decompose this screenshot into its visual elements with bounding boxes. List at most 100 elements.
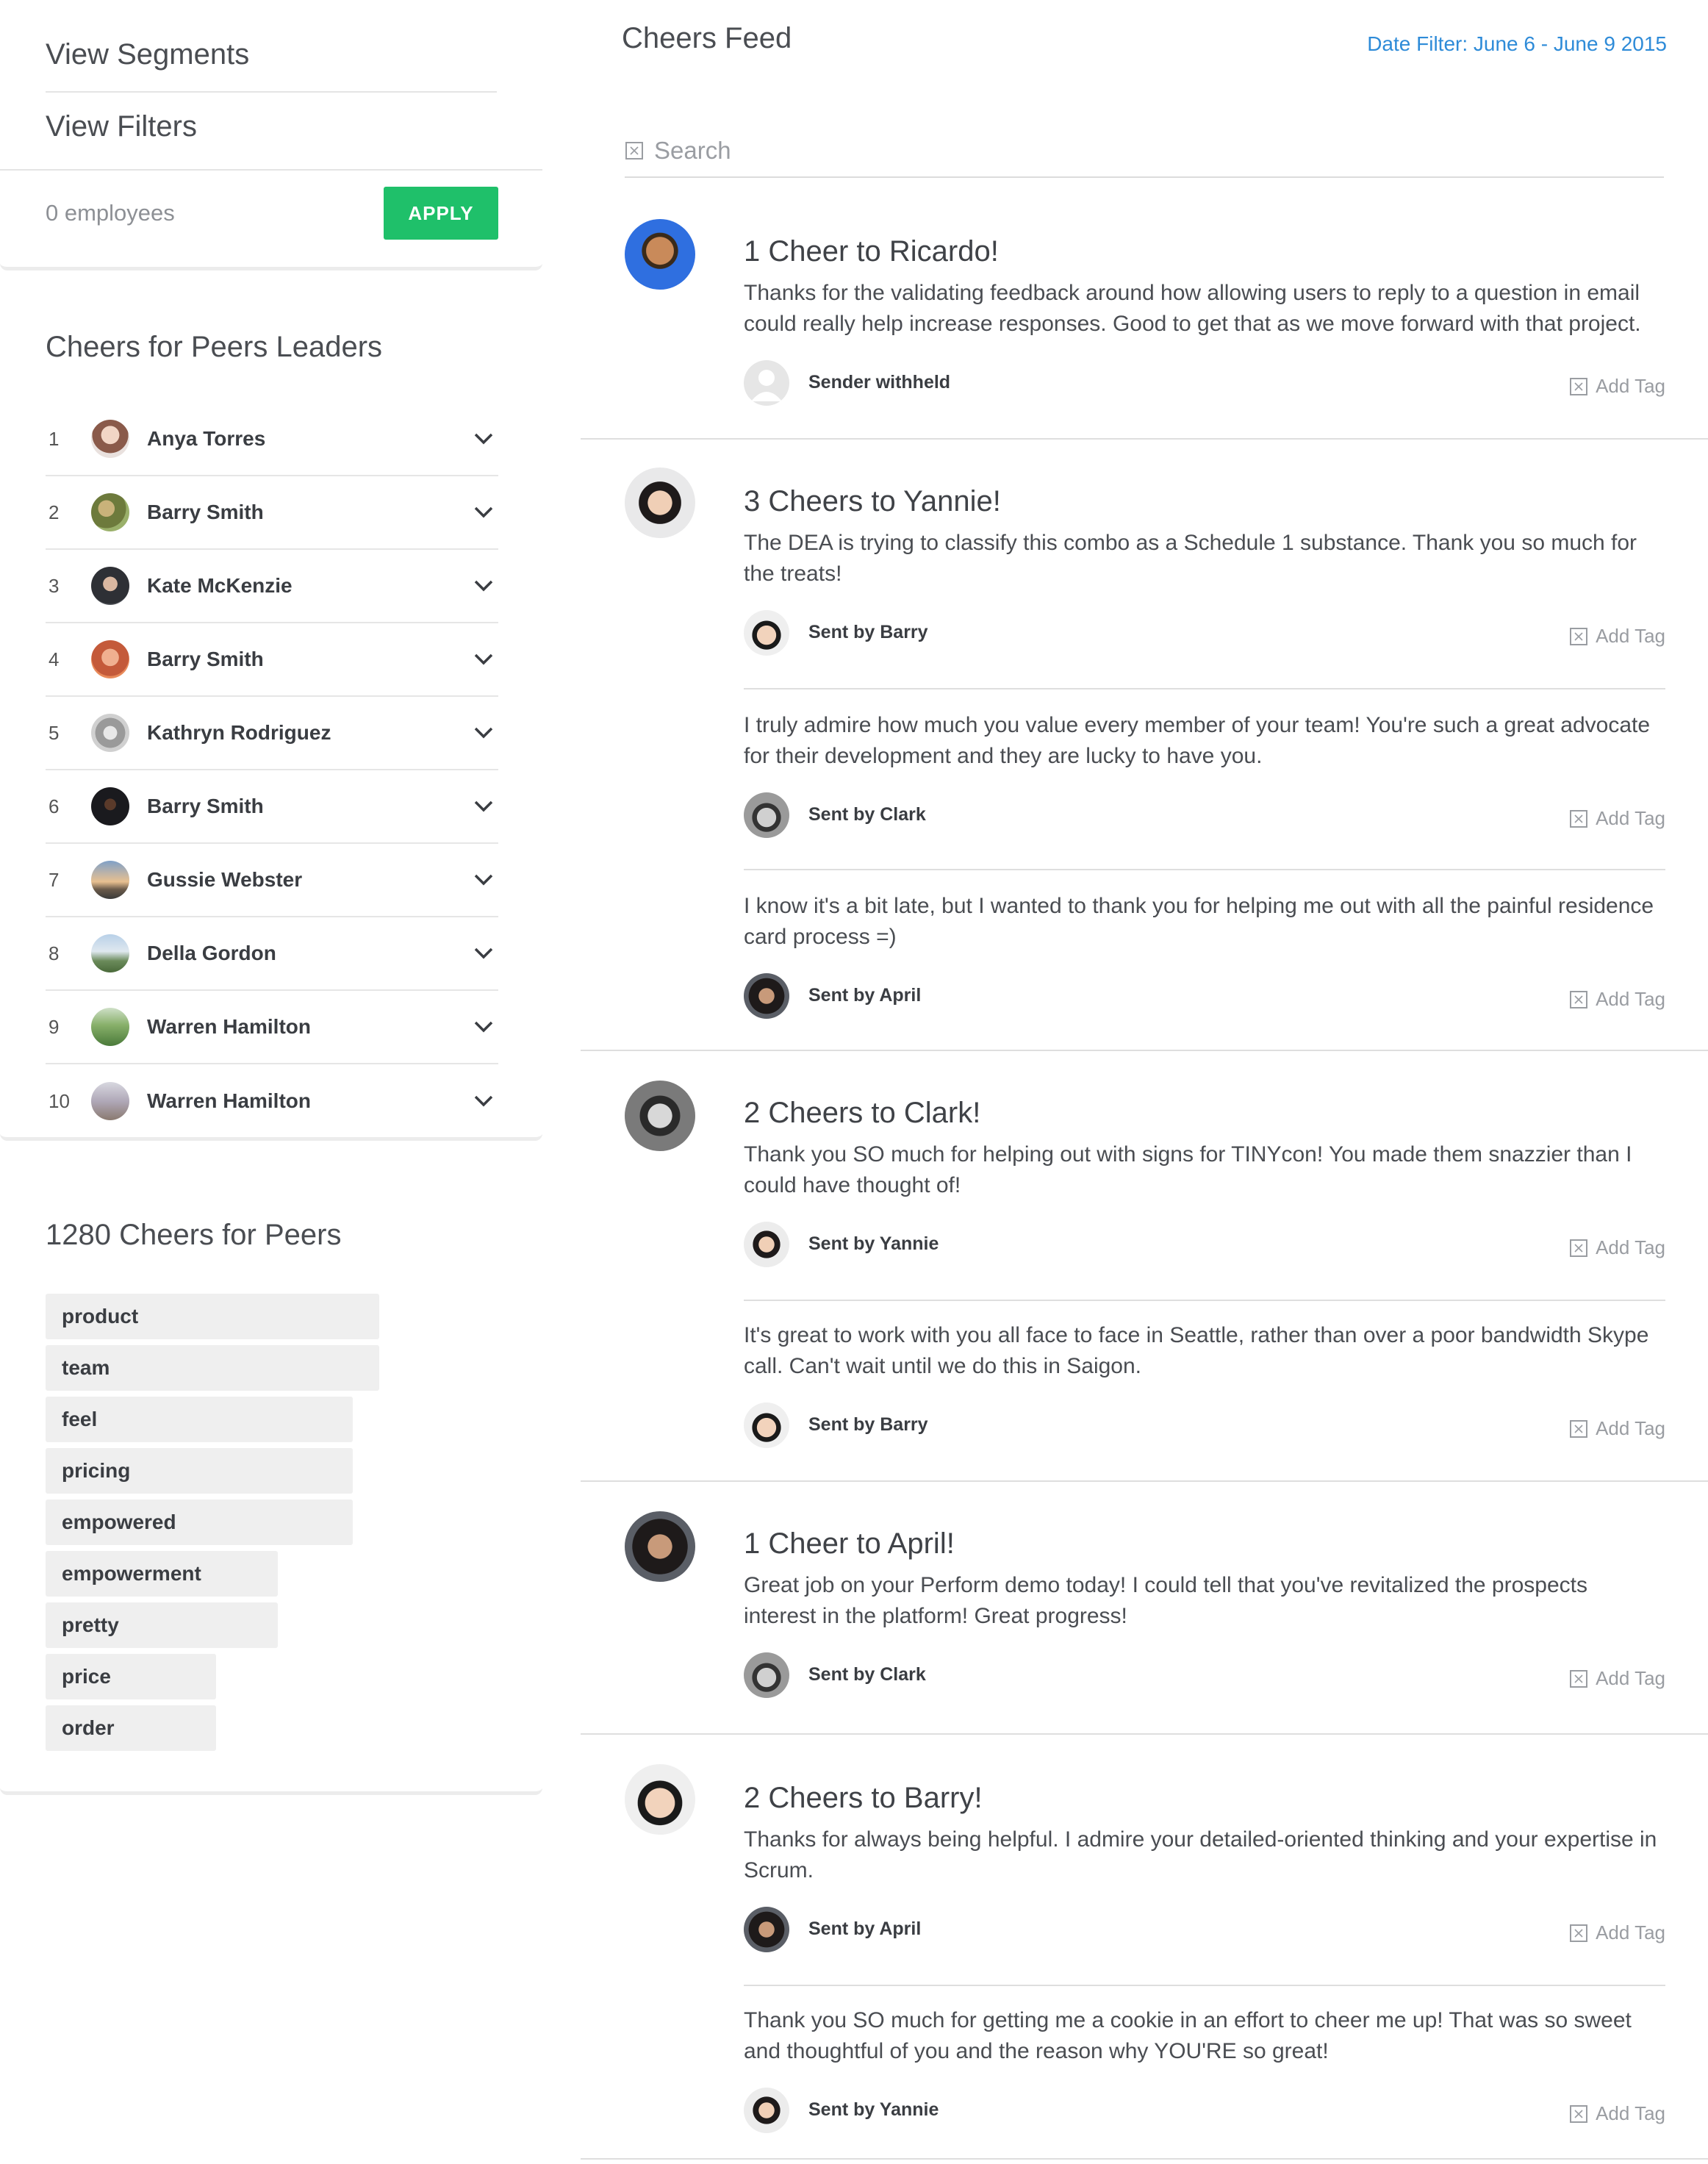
avatar [744,1652,789,1698]
apply-button[interactable]: APPLY [384,187,498,240]
avatar [744,1907,789,1952]
add-tag-label: Add Tag [1596,1417,1665,1439]
post-title: 1 Cheer to April! [744,1527,955,1560]
sender-label: Sender withheld [808,372,951,393]
chevron-down-icon[interactable] [469,939,498,968]
leader-row[interactable]: 5 Kathryn Rodriguez [46,697,498,770]
view-filters-link[interactable]: View Filters [46,110,197,143]
divider [0,169,542,171]
search-input[interactable] [654,137,1610,165]
tag-chip[interactable]: feel [46,1397,353,1442]
leader-name: Della Gordon [147,942,276,964]
message-meta: Sent by April Add Tag [744,973,1665,1022]
add-tag-label: Add Tag [1596,2102,1665,2124]
avatar [744,2088,789,2133]
chevron-down-icon[interactable] [469,498,498,527]
add-tag-button[interactable]: Add Tag [1569,1417,1665,1440]
chevron-down-icon[interactable] [469,645,498,674]
tag-chip[interactable]: product [46,1294,379,1339]
chevron-down-icon[interactable] [469,424,498,454]
add-tag-button[interactable]: Add Tag [1569,2102,1665,2125]
tag-chip[interactable]: price [46,1654,216,1699]
message-text: Thanks for the validating feedback aroun… [744,281,1641,336]
add-tag-button[interactable]: Add Tag [1569,988,1665,1011]
cheer-message: I know it's a bit late, but I wanted to … [744,891,1665,1022]
chevron-down-icon[interactable] [469,1086,498,1116]
chevron-down-icon[interactable] [469,865,498,895]
message-meta: Sent by Clark Add Tag [744,1652,1665,1701]
cheer-post: 3 Cheers to Yannie! The DEA is trying to… [581,467,1708,1051]
leaders-card: Cheers for Peers Leaders 1 Anya Torres 2… [0,270,542,1141]
tag-list: product team feel pricing empowered empo… [46,1294,379,1757]
tag-chip[interactable]: empowerment [46,1551,278,1597]
message-text: The DEA is trying to classify this combo… [744,531,1637,586]
leader-name: Gussie Webster [147,868,303,891]
add-tag-label: Add Tag [1596,807,1665,829]
leader-row[interactable]: 3 Kate McKenzie [46,550,498,623]
segments-card: View Segments View Filters 0 employees A… [0,0,542,270]
tag-icon [1570,990,1588,1008]
add-tag-label: Add Tag [1596,1667,1665,1689]
leader-row[interactable]: 6 Barry Smith [46,770,498,844]
cheer-post: 1 Cheer to Ricardo! Thanks for the valid… [581,219,1708,440]
leader-row[interactable]: 2 Barry Smith [46,476,498,550]
sender-label: Sent by Clark [808,804,926,825]
tag-chip[interactable]: pricing [46,1448,353,1494]
add-tag-button[interactable]: Add Tag [1569,807,1665,830]
chevron-down-icon[interactable] [469,571,498,601]
divider [744,688,1665,689]
leader-row[interactable]: 8 Della Gordon [46,917,498,991]
add-tag-button[interactable]: Add Tag [1569,625,1665,648]
add-tag-button[interactable]: Add Tag [1569,1921,1665,1944]
cheer-message: Great job on your Perform demo today! I … [744,1570,1665,1701]
add-tag-button[interactable]: Add Tag [1569,1667,1665,1690]
cheers-feed: Cheers Feed Date Filter: June 6 - June 9… [581,0,1708,2164]
post-title: 1 Cheer to Ricardo! [744,235,999,268]
add-tag-label: Add Tag [1596,375,1665,397]
sender-label: Sent by April [808,1918,922,1939]
add-tag-label: Add Tag [1596,1236,1665,1258]
divider [744,1985,1665,1986]
sender-label: Sent by Barry [808,1414,928,1435]
leader-row[interactable]: 9 Warren Hamilton [46,991,498,1064]
recipient-avatar [625,1511,695,1582]
tag-chip[interactable]: pretty [46,1602,278,1648]
cheer-message: The DEA is trying to classify this combo… [744,528,1665,659]
chevron-down-icon[interactable] [469,718,498,748]
avatar [91,420,129,458]
avatar [91,1008,129,1046]
tag-icon [1570,627,1588,645]
message-meta: Sent by Yannie Add Tag [744,2088,1665,2136]
avatar [91,787,129,825]
leader-name: Warren Hamilton [147,1015,311,1038]
leader-name: Warren Hamilton [147,1089,311,1112]
leader-name: Anya Torres [147,427,266,450]
add-tag-button[interactable]: Add Tag [1569,375,1665,398]
leader-row[interactable]: 7 Gussie Webster [46,844,498,917]
leader-row[interactable]: 10 Warren Hamilton [46,1064,498,1138]
view-segments-link[interactable]: View Segments [46,38,249,71]
chevron-down-icon[interactable] [469,792,498,821]
leader-row[interactable]: 1 Anya Torres [46,403,498,476]
recipient-avatar [625,467,695,538]
date-filter-link[interactable]: Date Filter: June 6 - June 9 2015 [1367,32,1667,56]
cheer-post: 2 Cheers to Clark! Thank you SO much for… [581,1081,1708,1482]
leaders-list: 1 Anya Torres 2 Barry Smith 3 Kate McKen… [46,403,498,1138]
message-meta: Sent by Barry Add Tag [744,1402,1665,1451]
add-tag-button[interactable]: Add Tag [1569,1236,1665,1259]
cheer-post: 1 Cheer to April! Great job on your Perf… [581,1511,1708,1735]
leader-rank: 6 [49,795,60,817]
message-meta: Sent by April Add Tag [744,1907,1665,1955]
tag-icon [1570,377,1588,395]
tag-chip[interactable]: empowered [46,1500,353,1545]
avatar [744,1402,789,1448]
tag-chip[interactable]: order [46,1705,216,1751]
sender-label: Sent by Yannie [808,2099,939,2120]
tag-chip[interactable]: team [46,1345,379,1391]
tag-icon [1570,1924,1588,1942]
leader-row[interactable]: 4 Barry Smith [46,623,498,697]
avatar [91,1082,129,1120]
leader-name: Kate McKenzie [147,574,293,597]
recipient-avatar [625,1764,695,1835]
chevron-down-icon[interactable] [469,1012,498,1042]
